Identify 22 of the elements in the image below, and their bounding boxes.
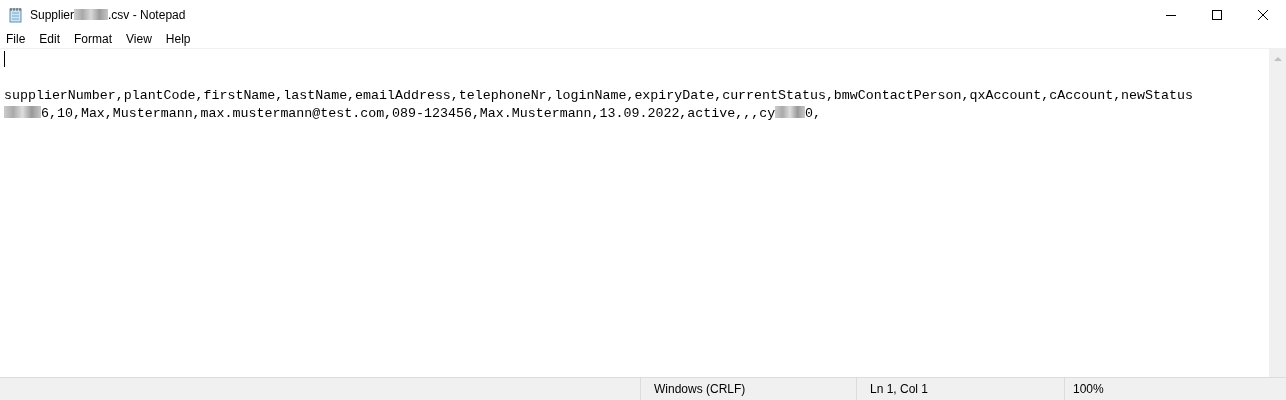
text-line: supplierNumber,plantCode,firstName,lastName,emailAddress,telephoneNr,loginName,expiryDate,currentStatus,bmwContactPerson,qxAccount,cAccount,newStatus xyxy=(4,88,1193,103)
menu-item[interactable]: File xyxy=(6,30,32,48)
close-icon xyxy=(1258,10,1268,20)
menu-item[interactable]: Help xyxy=(165,30,197,48)
maximize-icon xyxy=(1212,10,1222,20)
redacted-block xyxy=(4,106,41,118)
window-title: .csv - Notepad xyxy=(108,8,186,22)
window-title: Supplier xyxy=(30,8,75,22)
scroll-up-icon[interactable] xyxy=(1273,56,1282,61)
notepad-icon xyxy=(8,7,24,23)
minimize-icon xyxy=(1166,14,1176,16)
menu-item[interactable]: Edit xyxy=(39,30,67,48)
menu-item[interactable]: View xyxy=(126,30,158,48)
menu-item[interactable]: Format xyxy=(74,30,119,48)
text-cursor xyxy=(4,51,5,67)
status-text: 100% xyxy=(1073,381,1104,398)
redacted-block xyxy=(775,106,806,118)
text-line: 0, xyxy=(805,106,822,121)
status-text: Windows (CRLF) xyxy=(654,381,746,398)
status-text: Ln 1, Col 1 xyxy=(870,381,929,398)
redacted-block xyxy=(74,9,109,20)
text-line: 6,10,Max,Mustermann,max.mustermann@test.com,089-123456,Max.Mustermann,13.09.2022,active,,,cy xyxy=(41,106,776,121)
